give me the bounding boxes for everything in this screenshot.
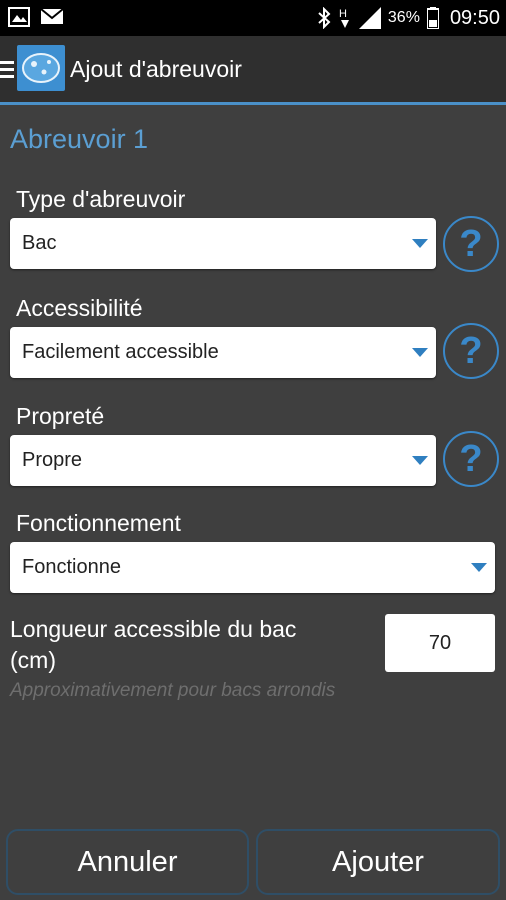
accessibility-help-button[interactable]: ? bbox=[443, 323, 499, 379]
signal-icon bbox=[358, 7, 381, 29]
question-mark-icon: ? bbox=[459, 438, 483, 480]
image-icon bbox=[8, 7, 30, 27]
section-title: Abreuvoir 1 bbox=[10, 124, 149, 154]
cleanliness-label: Propreté bbox=[16, 403, 105, 429]
cleanliness-select[interactable]: Propre bbox=[10, 435, 436, 486]
dropdown-arrow-icon bbox=[471, 563, 487, 572]
status-time: 09:50 bbox=[449, 6, 500, 29]
functioning-select-value: Fonctionne bbox=[22, 556, 121, 578]
type-select[interactable]: Bac bbox=[10, 218, 436, 269]
accessibility-select[interactable]: Facilement accessible bbox=[10, 327, 436, 378]
accessibility-select-value: Facilement accessible bbox=[22, 341, 219, 363]
question-mark-icon: ? bbox=[459, 223, 483, 265]
battery-percent: 36% bbox=[387, 9, 420, 26]
accessibility-label: Accessibilité bbox=[16, 295, 143, 321]
app-logo[interactable] bbox=[17, 45, 65, 91]
type-help-button[interactable]: ? bbox=[443, 216, 499, 272]
dropdown-arrow-icon bbox=[412, 456, 428, 465]
cleanliness-help-button[interactable]: ? bbox=[443, 431, 499, 487]
screen: H 36% 09:50 Ajout d'abreuvoir Abreuvoir … bbox=[0, 0, 506, 900]
functioning-select[interactable]: Fonctionne bbox=[10, 542, 495, 593]
length-label-line1: Longueur accessible du bac bbox=[10, 616, 297, 642]
actionbar-divider bbox=[0, 102, 506, 105]
functioning-label: Fonctionnement bbox=[16, 510, 181, 536]
battery-icon bbox=[426, 7, 439, 29]
cleanliness-select-value: Propre bbox=[22, 449, 83, 471]
network-h-icon: H bbox=[339, 8, 349, 28]
length-input[interactable]: 70 bbox=[385, 614, 495, 672]
page-title: Ajout d'abreuvoir bbox=[70, 56, 242, 82]
bluetooth-icon bbox=[318, 7, 331, 29]
length-label: Longueur accessible du bac (cm) bbox=[10, 614, 370, 676]
dropdown-arrow-icon bbox=[412, 239, 428, 248]
status-bar: H 36% 09:50 bbox=[0, 0, 506, 36]
type-label: Type d'abreuvoir bbox=[16, 186, 186, 212]
svg-text:H: H bbox=[339, 8, 347, 20]
length-hint: Approximativement pour bacs arrondis bbox=[10, 680, 336, 701]
question-mark-icon: ? bbox=[459, 330, 483, 372]
cancel-button[interactable]: Annuler bbox=[6, 829, 249, 895]
menu-icon[interactable] bbox=[0, 61, 14, 79]
length-label-line2: (cm) bbox=[10, 647, 56, 673]
add-button[interactable]: Ajouter bbox=[256, 829, 500, 895]
dropdown-arrow-icon bbox=[412, 348, 428, 357]
type-select-value: Bac bbox=[22, 232, 57, 254]
mail-icon bbox=[40, 8, 64, 24]
